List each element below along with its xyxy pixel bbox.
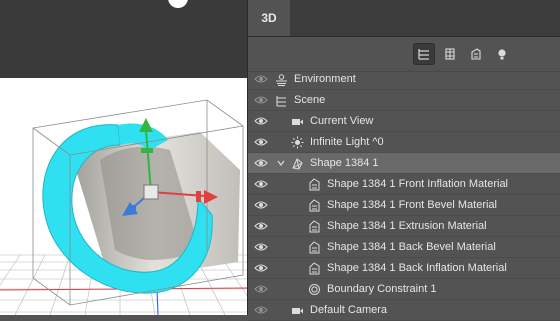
visibility-eye-icon[interactable]: [254, 158, 268, 168]
mesh-icon: [292, 158, 303, 170]
tree-item-label: Shape 1384 1 Back Bevel Material: [327, 241, 496, 253]
tree-item-label: Infinite Light ^0: [310, 136, 384, 148]
visibility-eye-icon[interactable]: [254, 221, 268, 231]
scene-tree: Environment Scene Current View Infinite …: [248, 69, 560, 321]
material-icon: [309, 199, 320, 212]
visibility-eye-icon[interactable]: [254, 74, 268, 84]
tree-item-label: Environment: [294, 73, 356, 85]
meshes-filter-button[interactable]: [439, 43, 461, 65]
tree-item-boundary-constraint[interactable]: Boundary Constraint 1: [248, 279, 560, 300]
viewport-canvas[interactable]: [0, 0, 247, 315]
visibility-eye-icon[interactable]: [254, 116, 268, 126]
tree-item-label: Current View: [310, 115, 374, 127]
tree-item-shape[interactable]: Shape 1384 1: [248, 153, 560, 174]
tree-item-label: Scene: [294, 94, 326, 106]
3d-viewport[interactable]: [0, 0, 247, 315]
tree-item-material[interactable]: Shape 1384 1 Front Inflation Material: [248, 174, 560, 195]
material-icon: [309, 262, 320, 275]
chevron-down-icon[interactable]: [277, 159, 285, 167]
visibility-eye-icon[interactable]: [254, 137, 268, 147]
material-icon: [309, 178, 320, 191]
tree-item-label: Shape 1384 1 Front Bevel Material: [327, 199, 497, 211]
tree-item-environment[interactable]: Environment: [248, 69, 560, 90]
meshes-filter-icon: [445, 48, 455, 60]
camera-icon: [292, 308, 303, 314]
tab-3d[interactable]: 3D: [248, 0, 290, 36]
constraint-icon: [309, 284, 320, 295]
tree-item-label: Shape 1384 1: [310, 157, 379, 169]
visibility-eye-icon[interactable]: [254, 179, 268, 189]
scene-icon: [276, 96, 286, 107]
tree-item-label: Shape 1384 1 Back Inflation Material: [327, 262, 507, 274]
tree-item-default-camera[interactable]: Default Camera: [248, 300, 560, 321]
camera-icon: [292, 119, 303, 125]
visibility-eye-icon[interactable]: [254, 200, 268, 210]
tree-item-material[interactable]: Shape 1384 1 Back Inflation Material: [248, 258, 560, 279]
3d-panel: 3D Environment Scene Current View Infini…: [247, 0, 560, 321]
tree-item-current-view[interactable]: Current View: [248, 111, 560, 132]
materials-filter-icon: [471, 48, 481, 60]
tree-item-label: Shape 1384 1 Front Inflation Material: [327, 178, 509, 190]
tree-item-scene[interactable]: Scene: [248, 90, 560, 111]
visibility-eye-icon[interactable]: [254, 305, 268, 315]
panel-header: 3D: [248, 0, 560, 37]
tree-item-infinite-light[interactable]: Infinite Light ^0: [248, 132, 560, 153]
tree-item-material[interactable]: Shape 1384 1 Extrusion Material: [248, 216, 560, 237]
visibility-eye-icon[interactable]: [254, 95, 268, 105]
tree-item-label: Boundary Constraint 1: [327, 283, 437, 295]
lights-filter-icon: [498, 49, 506, 60]
material-icon: [309, 220, 320, 233]
scene-filter-button[interactable]: [413, 43, 435, 65]
environment-icon: [276, 74, 287, 86]
material-icon: [309, 241, 320, 254]
scene-filter-icon: [418, 49, 429, 60]
tree-item-label: Default Camera: [310, 304, 388, 316]
lights-filter-button[interactable]: [491, 43, 513, 65]
light-icon: [291, 136, 304, 149]
tree-item-material[interactable]: Shape 1384 1 Front Bevel Material: [248, 195, 560, 216]
visibility-eye-icon[interactable]: [254, 242, 268, 252]
tree-item-label: Shape 1384 1 Extrusion Material: [327, 220, 487, 232]
tree-item-material[interactable]: Shape 1384 1 Back Bevel Material: [248, 237, 560, 258]
materials-filter-button[interactable]: [465, 43, 487, 65]
filter-bar: [248, 37, 560, 72]
visibility-eye-icon[interactable]: [254, 263, 268, 273]
visibility-eye-icon[interactable]: [254, 284, 268, 294]
